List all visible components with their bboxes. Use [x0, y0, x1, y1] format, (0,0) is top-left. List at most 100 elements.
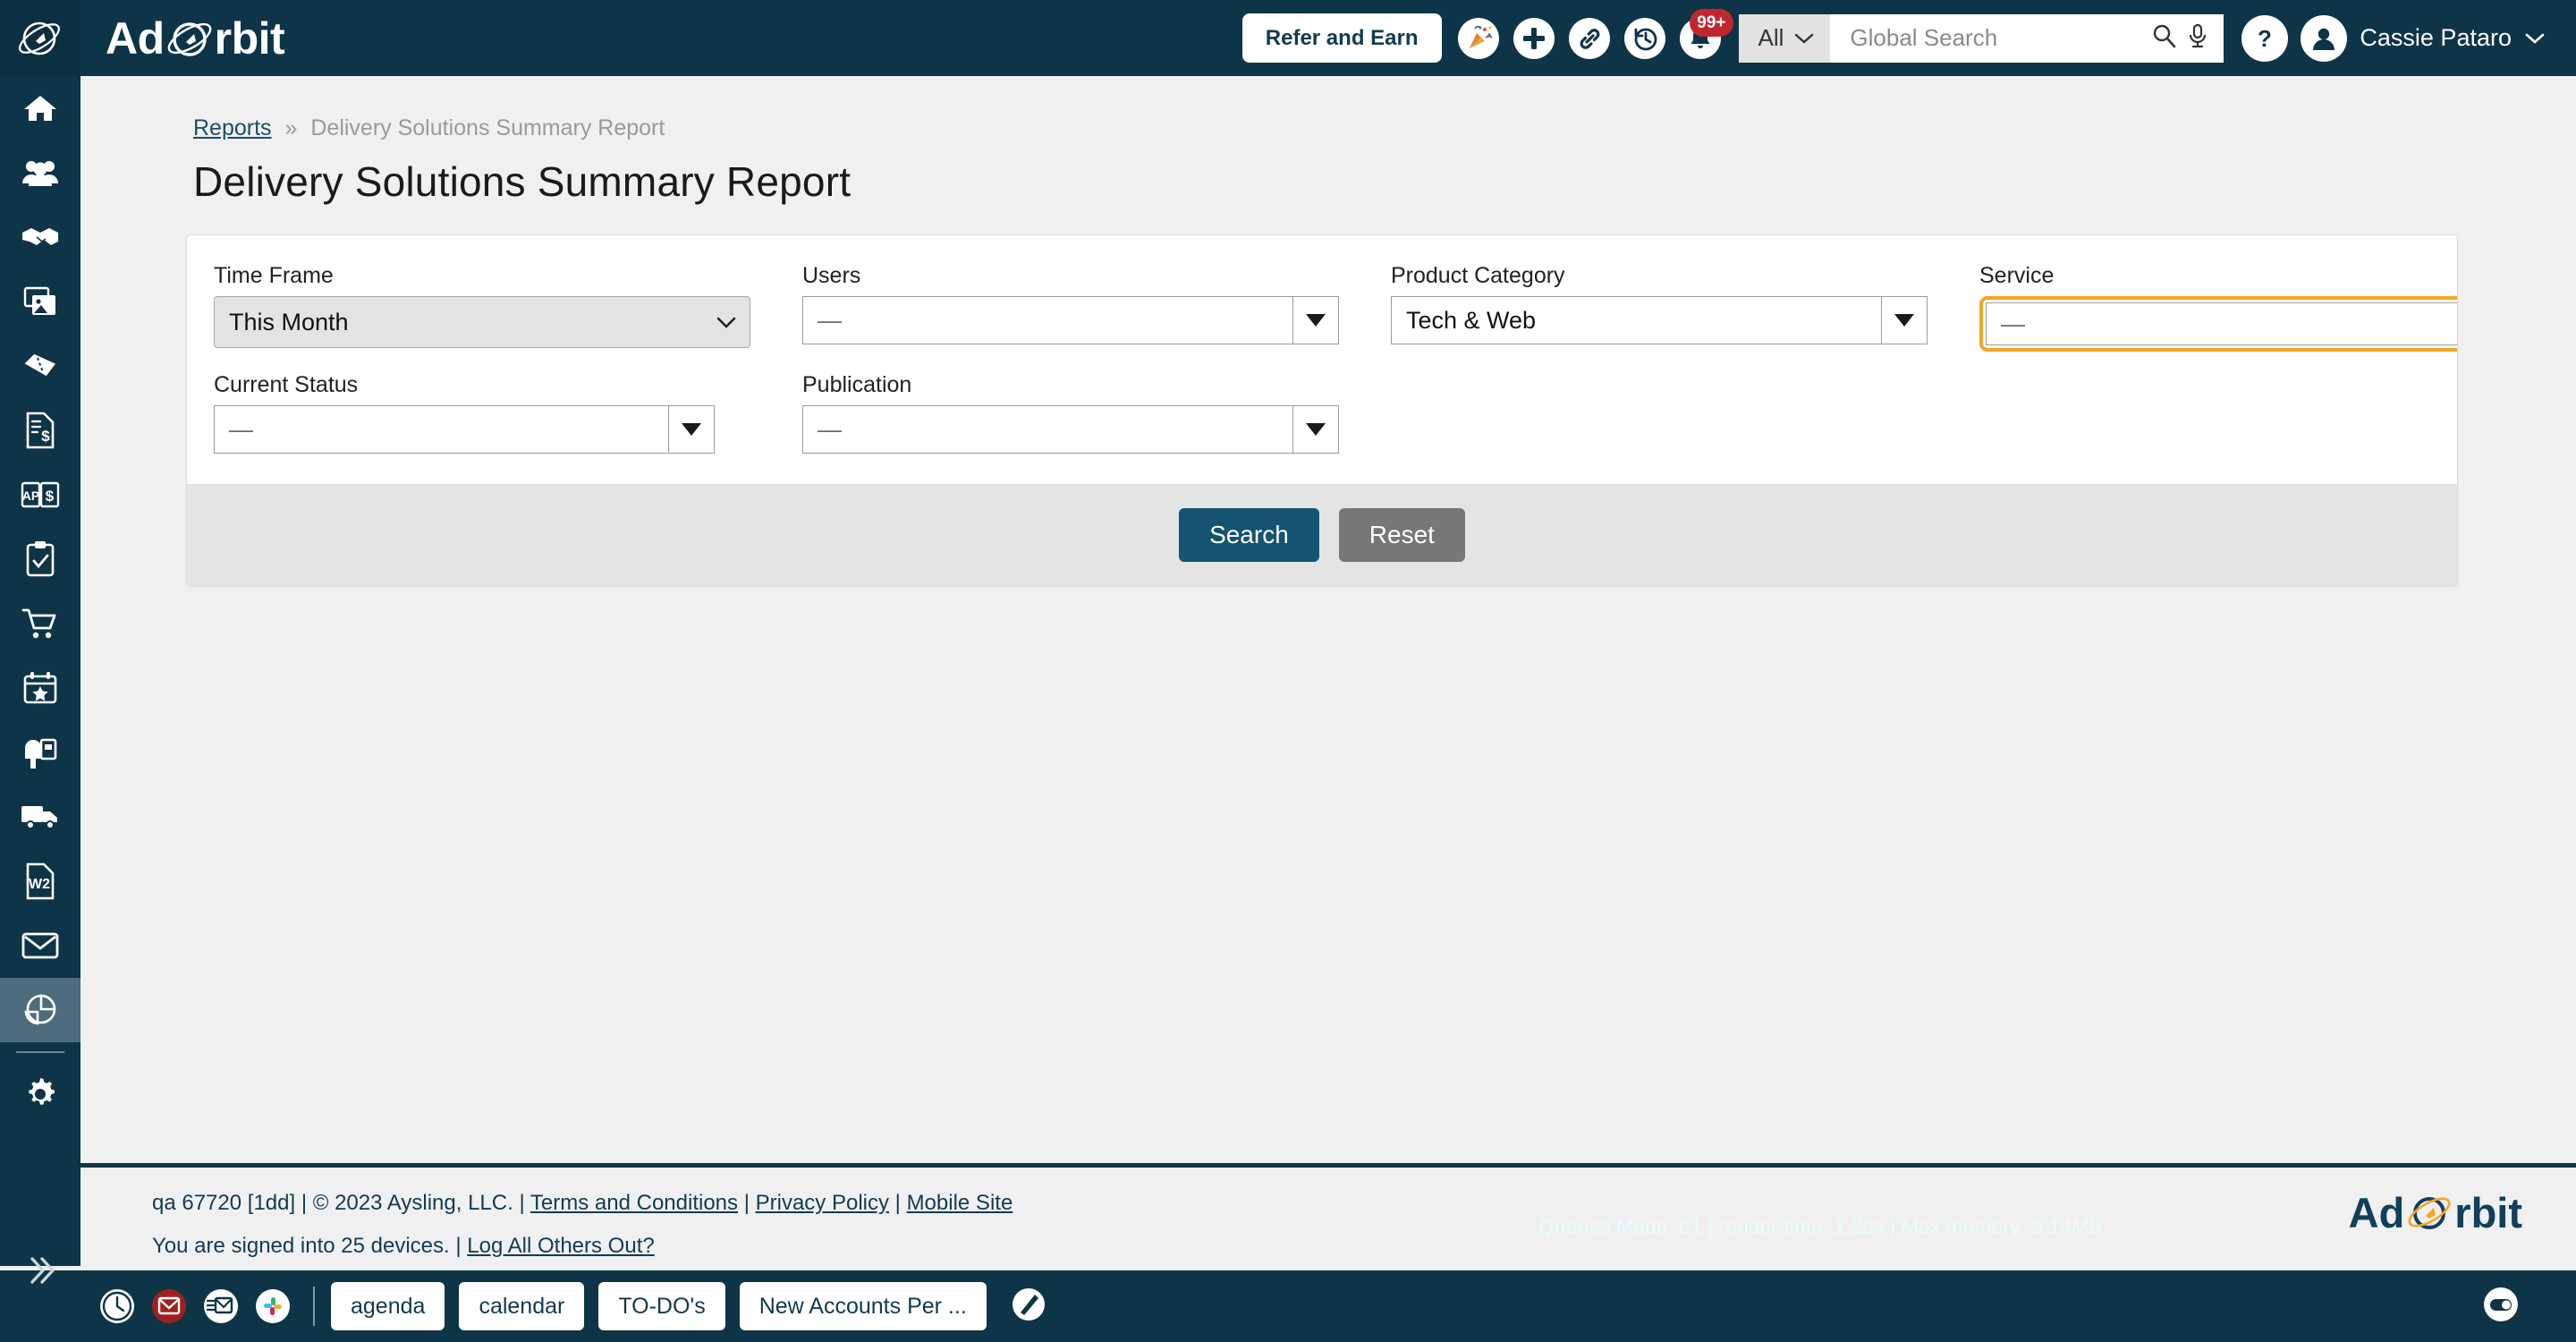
service-select[interactable]: — [1986, 302, 2457, 345]
history-clock-icon[interactable] [1623, 17, 1665, 59]
search-input[interactable] [1848, 23, 2142, 53]
refer-and-earn-button[interactable]: Refer and Earn [1241, 13, 1442, 63]
product-category-select[interactable]: Tech & Web [1391, 296, 1928, 344]
slack-icon[interactable] [252, 1286, 293, 1327]
footer-pipe-1: | [743, 1191, 750, 1215]
sidebar-item-invoices[interactable]: $ [0, 398, 80, 463]
filter-current-status: Current Status — [214, 371, 715, 454]
time-frame-value: This Month [229, 308, 349, 336]
truck-icon [21, 806, 57, 829]
notification-badge: 99+ [1690, 8, 1733, 37]
invoice-dollar-icon: $ [26, 412, 55, 449]
clock-icon[interactable] [97, 1286, 138, 1327]
filter-panel-body: Time Frame This Month Users — Product Ca… [187, 235, 2457, 484]
sidebar-item-settings[interactable] [0, 1062, 80, 1126]
help-icon[interactable]: ? [2241, 14, 2289, 62]
taskbar-tab-todos[interactable]: TO-DO's [598, 1282, 725, 1330]
sidebar-item-deals[interactable] [0, 205, 80, 269]
global-search-group: All [1738, 13, 2224, 63]
dropdown-arrow-icon[interactable] [1881, 296, 1928, 344]
svg-text:AP: AP [22, 488, 39, 503]
gear-icon [29, 1078, 55, 1105]
footer-link-terms[interactable]: Terms and Conditions [530, 1191, 738, 1215]
footer-links: qa 67720 [1dd] | © 2023 Aysling, LLC. | … [152, 1191, 1013, 1259]
sidebar-item-accounts-payable[interactable]: AP $ [0, 463, 80, 527]
ticket-icon [24, 353, 55, 377]
dropdown-arrow-icon[interactable] [1292, 296, 1339, 344]
filter-label-product-category: Product Category [1391, 263, 1565, 288]
global-search-field[interactable] [1830, 13, 2224, 63]
svg-text:?: ? [2258, 25, 2272, 52]
chevron-down-icon [2525, 33, 2545, 44]
plus-icon[interactable] [1513, 17, 1555, 59]
sidebar-item-home[interactable] [0, 76, 80, 140]
avatar [2301, 14, 2348, 62]
sidebar-item-media[interactable] [0, 269, 80, 334]
filter-service: Service — [1979, 262, 2457, 352]
taskbar-tab-agenda[interactable]: agenda [331, 1282, 445, 1330]
filter-label-current-status: Current Status [214, 372, 359, 397]
notifications-group[interactable]: 99+ [1679, 8, 1733, 59]
footer-pipe-2: | [894, 1191, 901, 1215]
sidebar-expand-button[interactable] [0, 1239, 80, 1302]
footer-link-mobile-site[interactable]: Mobile Site [907, 1191, 1013, 1215]
service-value: — [1986, 302, 2457, 345]
ap-book-dollar-icon: AP $ [21, 481, 60, 508]
filter-product-category: Product Category Tech & Web [1391, 262, 1928, 352]
sidebar-item-shipping[interactable] [0, 785, 80, 849]
toggle-switch-icon[interactable] [2479, 1283, 2522, 1330]
pen-circle-icon[interactable] [1008, 1284, 1049, 1329]
sidebar-item-events[interactable] [0, 656, 80, 720]
dropdown-arrow-icon[interactable] [1292, 405, 1339, 454]
footer-brand-ad: Ad [2348, 1188, 2405, 1236]
party-popper-icon[interactable] [1457, 17, 1499, 59]
footer-link-privacy[interactable]: Privacy Policy [756, 1191, 889, 1215]
publication-select[interactable]: — [802, 405, 1339, 454]
sidebar-item-contacts[interactable] [0, 140, 80, 205]
filter-row-1: Time Frame This Month Users — Product Ca… [214, 262, 2457, 352]
sidebar-item-orders[interactable] [0, 591, 80, 656]
current-status-select[interactable]: — [214, 405, 715, 454]
chevron-down-icon [716, 317, 736, 328]
search-scope-dropdown[interactable]: All [1738, 13, 1831, 63]
filter-publication: Publication — [802, 371, 1339, 454]
users-select[interactable]: — [802, 296, 1339, 344]
mail-unread-icon[interactable] [148, 1286, 190, 1327]
breadcrumb-link-reports[interactable]: Reports [193, 115, 272, 140]
footer-link-log-all-out[interactable]: Log All Others Out? [467, 1234, 654, 1258]
filter-label-users: Users [802, 263, 861, 288]
sidebar-item-reports[interactable] [0, 978, 80, 1042]
svg-text:$: $ [41, 428, 50, 445]
brand-text-rbit: rbit [214, 13, 285, 64]
taskbar-tab-new-accounts[interactable]: New Accounts Per ... [739, 1282, 987, 1330]
brand-logo[interactable]: Ad rbit [106, 13, 285, 64]
user-menu[interactable]: Cassie Pataro [2301, 14, 2546, 62]
search-icon[interactable] [2150, 22, 2177, 54]
link-icon[interactable] [1568, 17, 1610, 59]
search-scope-label: All [1758, 24, 1784, 51]
handshake-icon [22, 228, 58, 245]
dropdown-arrow-icon[interactable] [668, 405, 715, 454]
taskbar-divider [313, 1287, 315, 1326]
page-title: Delivery Solutions Summary Report [193, 158, 852, 205]
mail-open-icon[interactable] [200, 1286, 242, 1327]
filter-label-time-frame: Time Frame [214, 263, 334, 288]
reset-button[interactable]: Reset [1338, 508, 1465, 562]
mailbox-icon [25, 738, 57, 769]
search-button[interactable]: Search [1179, 508, 1319, 562]
breadcrumb-separator: » [284, 115, 298, 140]
microphone-icon[interactable] [2186, 22, 2209, 54]
sidebar-item-tasks[interactable] [0, 527, 80, 591]
service-select-focus-ring: — [1979, 296, 2457, 352]
svg-text:W2: W2 [29, 877, 50, 892]
product-category-value: Tech & Web [1391, 296, 1881, 344]
sidebar-item-tickets[interactable] [0, 334, 80, 398]
time-frame-select[interactable]: This Month [214, 296, 750, 348]
sidebar-item-mailbox[interactable] [0, 720, 80, 785]
home-icon [24, 96, 56, 121]
sidebar-item-email[interactable] [0, 913, 80, 978]
sidebar-item-w2[interactable]: W2 [0, 849, 80, 913]
current-status-value: — [214, 405, 668, 454]
taskbar-tab-calendar[interactable]: calendar [459, 1282, 585, 1330]
logo-icon-cell[interactable] [0, 0, 80, 76]
